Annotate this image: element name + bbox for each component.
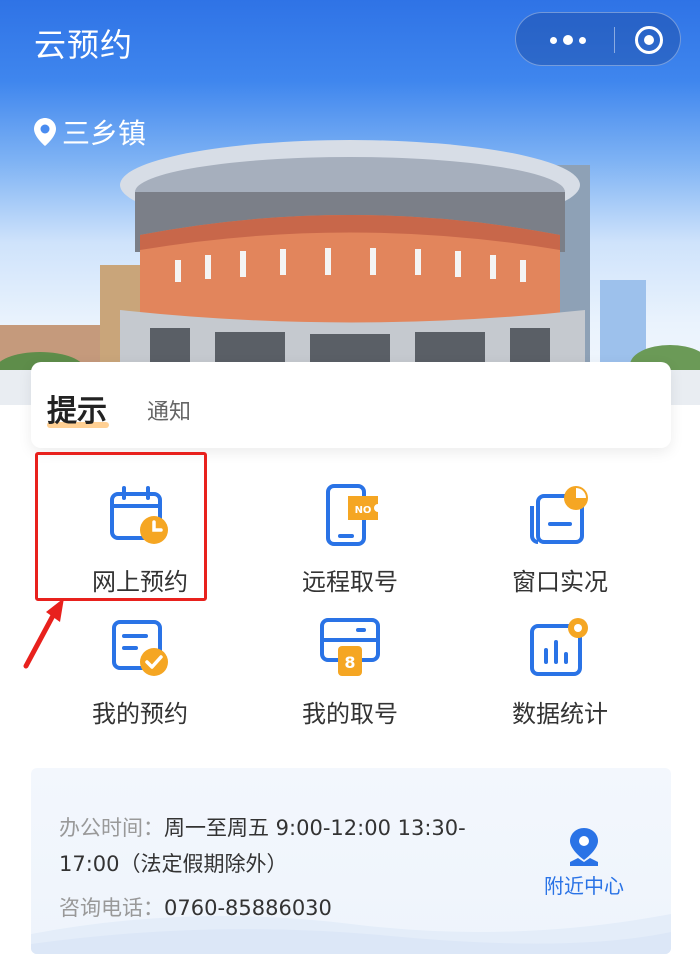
location-pin-icon — [34, 118, 56, 146]
location-name: 三乡镇 — [62, 117, 147, 150]
tile-label: 我的预约 — [92, 700, 188, 728]
info-panel: 办公时间：周一至周五 9:00-12:00 13:30- 17:00（法定假期除… — [31, 768, 671, 954]
map-pin-icon — [570, 828, 598, 866]
phone-label: 咨询电话： — [59, 896, 164, 920]
notice-title: 提示 — [47, 386, 109, 430]
ticket-badge-text: NO — [355, 505, 372, 516]
hero-banner: 云预约 三乡镇 — [0, 0, 700, 405]
notice-title-text: 提示 — [47, 394, 107, 429]
target-circle-icon[interactable] — [635, 26, 663, 54]
tile-label: 远程取号 — [302, 568, 398, 596]
tile-statistics[interactable]: 数据统计 — [465, 602, 655, 728]
tile-label: 窗口实况 — [512, 568, 608, 596]
window-live-icon — [530, 486, 588, 544]
building-image — [0, 140, 700, 405]
tile-remote-ticket[interactable]: NO 远程取号 — [255, 470, 445, 596]
phone-line[interactable]: 咨询电话：0760-85886030 — [59, 892, 332, 922]
office-hours-value-2: 17:00（法定假期除外） — [59, 852, 288, 876]
app-title: 云预约 — [34, 26, 134, 64]
arrow-annotation — [23, 598, 64, 669]
nearby-center-button[interactable]: 附近中心 — [529, 826, 639, 906]
ticket-number-icon: 8 — [320, 618, 380, 676]
phone-value: 0760-85886030 — [164, 896, 332, 920]
phone-ticket-icon: NO — [326, 484, 378, 546]
nearby-center-label: 附近中心 — [544, 874, 624, 898]
tile-my-ticket[interactable]: 8 我的取号 — [255, 602, 445, 728]
ticket-number-text: 8 — [344, 653, 355, 672]
notice-text: 通知 — [147, 400, 192, 425]
document-check-icon — [112, 620, 168, 676]
more-dots-icon[interactable] — [538, 26, 598, 54]
tile-my-booking[interactable]: 我的预约 — [45, 602, 235, 728]
mini-program-capsule[interactable] — [515, 12, 681, 66]
office-hours-cont: 17:00（法定假期除外） — [59, 848, 288, 878]
office-hours-label: 办公时间： — [59, 816, 164, 840]
tile-window-status[interactable]: 窗口实况 — [465, 470, 655, 596]
tile-label: 数据统计 — [512, 700, 608, 728]
bar-chart-icon — [530, 618, 588, 676]
tile-label: 我的取号 — [302, 700, 398, 728]
office-hours-value: 周一至周五 9:00-12:00 13:30- — [164, 816, 466, 840]
location-selector[interactable]: 三乡镇 — [34, 112, 146, 152]
top-bar: 云预约 — [0, 0, 700, 80]
notice-card[interactable]: 提示 通知 — [31, 362, 671, 448]
office-hours: 办公时间：周一至周五 9:00-12:00 13:30- — [59, 812, 466, 842]
capsule-divider — [614, 27, 615, 53]
highlight-box — [35, 452, 207, 601]
